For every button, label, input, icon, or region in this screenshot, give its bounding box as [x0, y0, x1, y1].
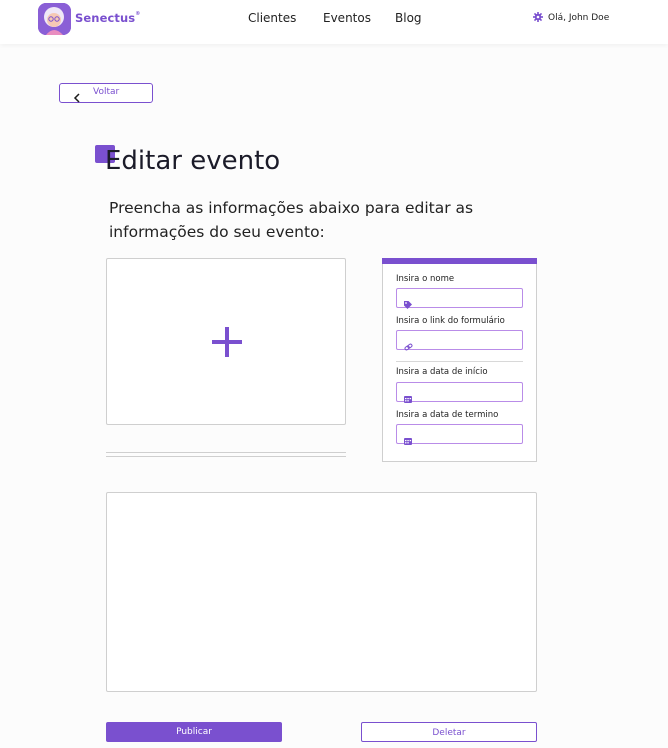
event-form-card: Insira o nome Insira o link do formulári… — [382, 258, 537, 462]
start-date-field[interactable] — [396, 382, 523, 403]
plus-icon — [212, 327, 242, 361]
brand-name[interactable]: Senectus® — [75, 11, 140, 25]
nav-link-blog[interactable]: Blog — [395, 11, 422, 25]
calendar-icon — [404, 388, 412, 407]
form-separator — [396, 361, 523, 362]
end-date-label: Insira a data de termino — [396, 410, 499, 420]
senectus-logo-icon[interactable] — [38, 3, 71, 35]
name-label: Insira o nome — [396, 274, 455, 284]
start-date-label: Insira a data de início — [396, 367, 488, 377]
top-navbar: Senectus® Clientes Eventos Blog Olá, Joh… — [0, 0, 668, 44]
tag-icon — [404, 294, 412, 313]
user-greeting: Olá, John Doe — [548, 13, 610, 23]
user-menu[interactable]: Olá, John Doe — [533, 11, 609, 25]
page-subtitle: Preencha as informações abaixo para edit… — [109, 199, 474, 241]
calendar-icon — [404, 430, 412, 449]
page-title: Editar evento — [105, 146, 281, 176]
link-label: Insira o link do formulário — [396, 316, 505, 326]
nav-link-clientes[interactable]: Clientes — [248, 11, 296, 25]
publish-button[interactable]: Publicar — [106, 722, 282, 742]
chevron-left-icon — [73, 88, 81, 107]
name-field[interactable] — [396, 288, 523, 309]
image-upload-area[interactable] — [106, 258, 346, 425]
end-date-field[interactable] — [396, 424, 523, 445]
link-icon — [404, 336, 413, 355]
divider-lines — [106, 452, 346, 460]
back-button[interactable]: Voltar — [59, 83, 153, 103]
delete-button[interactable]: Deletar — [361, 722, 537, 742]
back-button-label: Voltar — [93, 87, 120, 97]
form-card-topbar — [382, 258, 537, 264]
nav-link-eventos[interactable]: Eventos — [323, 11, 371, 25]
link-field[interactable] — [396, 330, 523, 351]
description-textarea[interactable] — [106, 492, 537, 692]
gear-icon — [533, 11, 543, 25]
